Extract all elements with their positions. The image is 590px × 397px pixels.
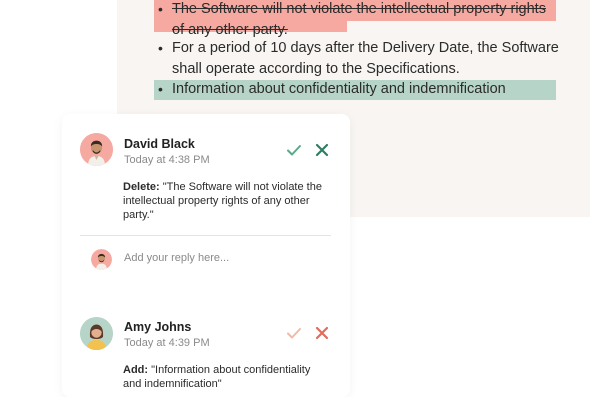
comment-timestamp: Today at 4:39 PM bbox=[124, 337, 210, 349]
comment-author: Amy Johns bbox=[124, 320, 192, 334]
normal-bullet: • For a period of 10 days after the Deli… bbox=[154, 38, 559, 80]
bullet-added: • Information about confidentiality and … bbox=[154, 80, 556, 99]
comment-body: Add: "Information about confidentiality … bbox=[123, 363, 328, 391]
accept-button[interactable] bbox=[286, 142, 302, 158]
accept-button[interactable] bbox=[286, 325, 302, 341]
avatar-person-icon bbox=[91, 249, 112, 270]
comment-body: Delete: "The Software will not violate t… bbox=[123, 180, 323, 222]
reject-button[interactable] bbox=[314, 142, 330, 158]
bullet-added-text: Information about confidentiality and in… bbox=[172, 81, 506, 97]
reply-avatar bbox=[91, 249, 112, 270]
comment-action-label: Add: bbox=[123, 364, 149, 376]
bullet-dot: • bbox=[158, 40, 163, 56]
divider bbox=[80, 235, 331, 236]
avatar-person-icon bbox=[80, 133, 113, 166]
close-icon bbox=[315, 326, 329, 340]
bullet-deleted-text: The Software will not violate the intell… bbox=[172, 1, 546, 38]
avatar-person-icon bbox=[80, 317, 113, 350]
comment-author: David Black bbox=[124, 137, 195, 151]
bullet-normal: • For a period of 10 days after the Deli… bbox=[154, 38, 559, 80]
deleted-bullet[interactable]: • The Software will not violate the inte… bbox=[154, 0, 556, 38]
comment-action-label: Delete: bbox=[123, 181, 160, 193]
close-icon bbox=[315, 143, 329, 157]
added-bullet[interactable]: • Information about confidentiality and … bbox=[154, 80, 556, 100]
avatar-amy-johns bbox=[80, 317, 113, 350]
check-icon bbox=[287, 145, 301, 156]
bullet-normal-text: For a period of 10 days after the Delive… bbox=[172, 40, 559, 77]
comment-action-text: "Information about confidentiality and i… bbox=[123, 364, 311, 390]
reply-input[interactable]: Add your reply here... bbox=[124, 252, 229, 264]
reject-button[interactable] bbox=[314, 325, 330, 341]
check-icon bbox=[287, 328, 301, 339]
comment-timestamp: Today at 4:38 PM bbox=[124, 154, 210, 166]
avatar-david-black bbox=[80, 133, 113, 166]
bullet-dot: • bbox=[158, 81, 163, 97]
